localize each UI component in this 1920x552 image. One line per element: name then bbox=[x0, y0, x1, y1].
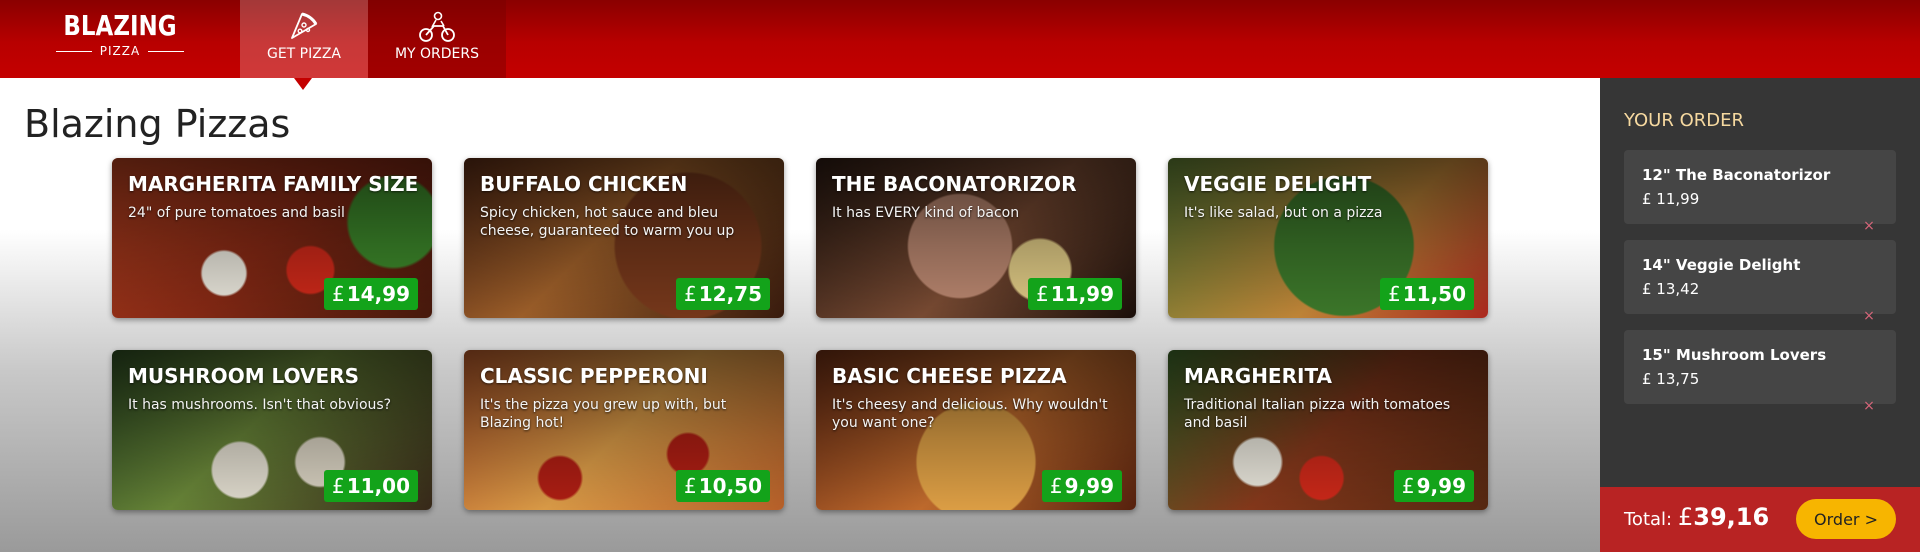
order-item-name: 15" Mushroom Lovers bbox=[1642, 346, 1827, 364]
pizza-name: VEGGIE DELIGHT bbox=[1184, 172, 1372, 196]
order-title: YOUR ORDER bbox=[1624, 110, 1744, 131]
order-item: 12" The Baconatorizor £ 11,99 bbox=[1624, 150, 1896, 224]
total-amount: 39,16 bbox=[1693, 503, 1770, 531]
price-badge: £10,50 bbox=[676, 470, 770, 502]
price-badge: £11,99 bbox=[1028, 278, 1122, 310]
price-value: 9,99 bbox=[1416, 474, 1466, 498]
pizza-card-basic-cheese[interactable]: BASIC CHEESE PIZZA It's cheesy and delic… bbox=[816, 350, 1136, 510]
currency-symbol: £ bbox=[684, 474, 697, 498]
pizza-name: MARGHERITA bbox=[1184, 364, 1333, 388]
pizza-description: It's like salad, but on a pizza bbox=[1184, 205, 1383, 221]
price-badge: £9,99 bbox=[1041, 470, 1122, 502]
logo-line-left bbox=[55, 50, 92, 52]
price-value: 12,75 bbox=[698, 282, 762, 306]
pizza-name: BUFFALO CHICKEN bbox=[480, 172, 688, 196]
price-value: 11,50 bbox=[1402, 282, 1466, 306]
currency-symbol: £ bbox=[1388, 282, 1401, 306]
pizza-card-margherita[interactable]: MARGHERITA Traditional Italian pizza wit… bbox=[1168, 350, 1488, 510]
order-item: 15" Mushroom Lovers £ 13,75 bbox=[1624, 330, 1896, 404]
remove-x-icon[interactable]: × bbox=[1862, 399, 1876, 413]
tab-my-orders[interactable]: MY ORDERS bbox=[368, 0, 506, 78]
price-badge: £11,50 bbox=[1380, 278, 1474, 310]
pizza-card-classic-pepperoni[interactable]: CLASSIC PEPPERONI It's the pizza you gre… bbox=[464, 350, 784, 510]
pizza-description: It has EVERY kind of bacon bbox=[832, 205, 1020, 221]
active-tab-caret bbox=[294, 78, 312, 90]
currency-symbol: £ bbox=[332, 282, 345, 306]
pizza-name: MARGHERITA FAMILY SIZE bbox=[128, 172, 419, 196]
order-item-price: £ 13,42 bbox=[1642, 280, 1700, 298]
pizza-card-buffalo-chicken[interactable]: BUFFALO CHICKEN Spicy chicken, hot sauce… bbox=[464, 158, 784, 318]
pizza-description: 24" of pure tomatoes and basil bbox=[128, 205, 345, 221]
price-value: 10,50 bbox=[698, 474, 762, 498]
price-value: 14,99 bbox=[346, 282, 410, 306]
tab-get-pizza-label: GET PIZZA bbox=[266, 46, 342, 62]
pizza-slice-icon bbox=[291, 12, 318, 39]
order-item-name: 14" Veggie Delight bbox=[1642, 256, 1801, 274]
currency-symbol: £ bbox=[1401, 474, 1415, 498]
total-value: £39,16 bbox=[1678, 503, 1769, 531]
top-bar: BLAZING PIZZA GET PIZZA MY ORDERS bbox=[0, 0, 1920, 78]
price-badge: £14,99 bbox=[324, 278, 418, 310]
pizza-description: It has mushrooms. Isn't that obvious? bbox=[128, 397, 392, 413]
tab-get-pizza[interactable]: GET PIZZA bbox=[240, 0, 368, 78]
logo-sub-row: PIZZA bbox=[48, 44, 192, 58]
tab-my-orders-label: MY ORDERS bbox=[394, 46, 480, 62]
pizza-card-margherita-family[interactable]: MARGHERITA FAMILY SIZE 24" of pure tomat… bbox=[112, 158, 432, 318]
order-item-price: £ 13,75 bbox=[1642, 370, 1700, 388]
currency-symbol: £ bbox=[1036, 282, 1049, 306]
pizza-description: Traditional Italian pizza with tomatoes … bbox=[1184, 397, 1451, 431]
price-value: 9,99 bbox=[1064, 474, 1114, 498]
brand-logo[interactable]: BLAZING PIZZA bbox=[48, 10, 192, 66]
pizza-card-baconatorizor[interactable]: THE BACONATORIZOR It has EVERY kind of b… bbox=[816, 158, 1136, 318]
pizza-description: Spicy chicken, hot sauce and bleu cheese… bbox=[480, 205, 735, 239]
pizza-name: THE BACONATORIZOR bbox=[832, 172, 1077, 196]
pizza-name: CLASSIC PEPPERONI bbox=[480, 364, 708, 388]
pizza-description: It's cheesy and delicious. Why wouldn't … bbox=[832, 397, 1108, 431]
order-item-name: 12" The Baconatorizor bbox=[1642, 166, 1831, 184]
order-item-price: £ 11,99 bbox=[1642, 190, 1700, 208]
order-item: 14" Veggie Delight £ 13,42 bbox=[1624, 240, 1896, 314]
pizza-card-mushroom-lovers[interactable]: MUSHROOM LOVERS It has mushrooms. Isn't … bbox=[112, 350, 432, 510]
pizza-name: MUSHROOM LOVERS bbox=[128, 364, 359, 388]
motorbike-icon bbox=[419, 11, 455, 42]
pizza-name: BASIC CHEESE PIZZA bbox=[832, 364, 1067, 388]
order-button[interactable]: Order > bbox=[1796, 499, 1896, 539]
total-label: Total: bbox=[1624, 509, 1673, 530]
currency-symbol: £ bbox=[332, 474, 345, 498]
currency-symbol: £ bbox=[684, 282, 697, 306]
price-value: 11,00 bbox=[346, 474, 410, 498]
price-value: 11,99 bbox=[1050, 282, 1114, 306]
price-badge: £9,99 bbox=[1393, 470, 1474, 502]
currency-symbol: £ bbox=[1678, 503, 1694, 531]
pizza-card-veggie-delight[interactable]: VEGGIE DELIGHT It's like salad, but on a… bbox=[1168, 158, 1488, 318]
order-total-bar: Total: £39,16 Order > bbox=[1600, 487, 1920, 552]
page-title: Blazing Pizzas bbox=[24, 102, 291, 146]
pizza-description: It's the pizza you grew up with, but Bla… bbox=[480, 397, 727, 431]
remove-x-icon[interactable]: × bbox=[1862, 219, 1876, 233]
remove-x-icon[interactable]: × bbox=[1862, 309, 1876, 323]
price-badge: £11,00 bbox=[324, 470, 418, 502]
logo-title: BLAZING bbox=[63, 9, 177, 42]
main-content: Blazing Pizzas MARGHERITA FAMILY SIZE 24… bbox=[0, 78, 1600, 552]
logo-line-right bbox=[148, 50, 185, 52]
currency-symbol: £ bbox=[1049, 474, 1063, 498]
logo-subtitle: PIZZA bbox=[99, 44, 141, 58]
price-badge: £12,75 bbox=[676, 278, 770, 310]
